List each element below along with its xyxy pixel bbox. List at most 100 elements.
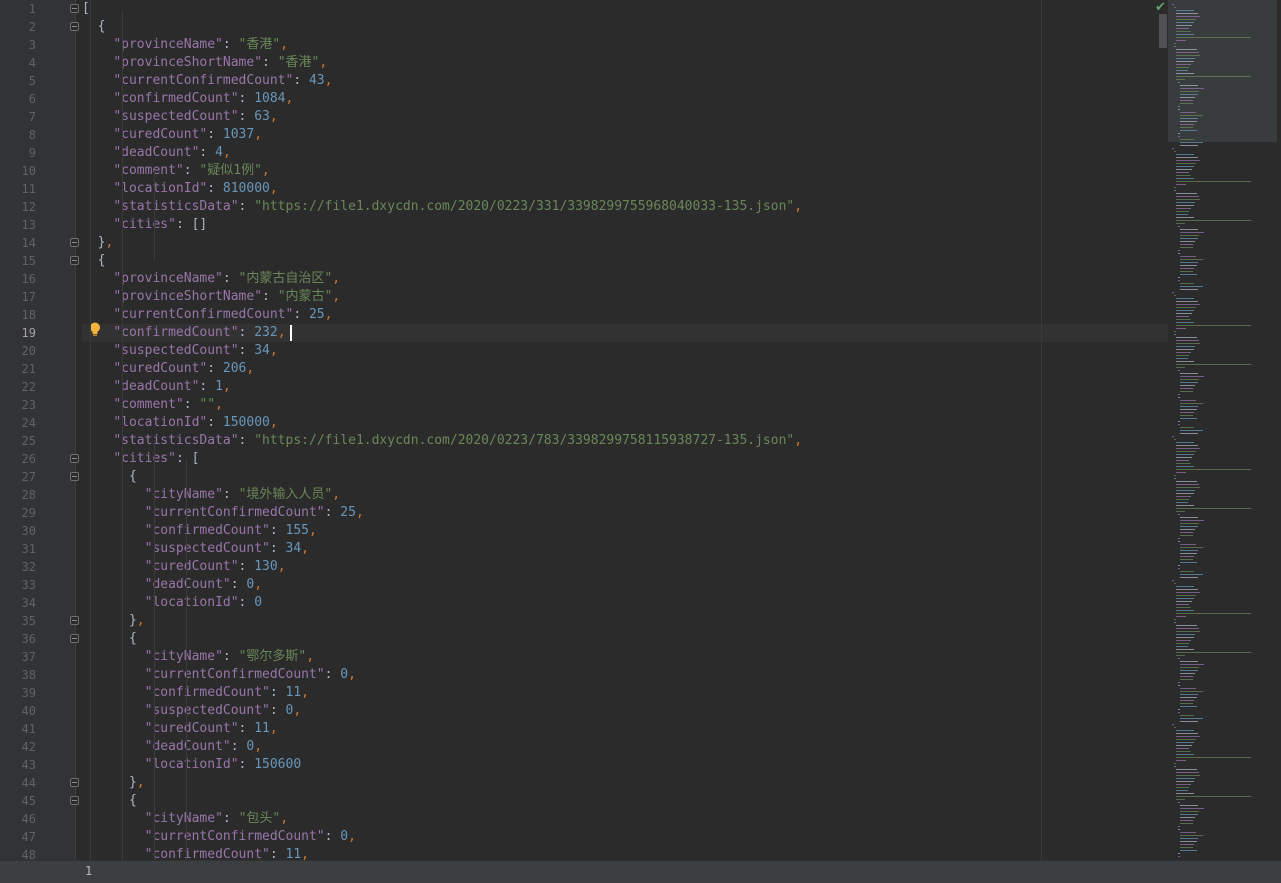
code-line[interactable]: "cities": [] — [82, 216, 1168, 234]
line-number[interactable]: 41 — [0, 720, 36, 738]
line-number[interactable]: 18 — [0, 306, 36, 324]
code-line[interactable]: "currentConfirmedCount": 0, — [82, 666, 1168, 684]
line-number-gutter[interactable]: 1 2 3 4 5 6 7 8 9 10 11 12 13 14 15 16 17 18 19 20 21 22 23 24 2… — [0, 0, 75, 860]
line-number[interactable]: 9 — [0, 144, 36, 162]
code-minimap[interactable] — [1168, 0, 1281, 860]
code-line[interactable]: "confirmedCount": 11, — [82, 684, 1168, 702]
line-number[interactable]: 12 — [0, 198, 36, 216]
code-line[interactable]: "locationId": 150600 — [82, 756, 1168, 774]
code-line[interactable]: "provinceName": "内蒙古自治区", — [82, 270, 1168, 288]
line-number[interactable]: 26 — [0, 450, 36, 468]
code-line[interactable]: "provinceShortName": "内蒙古", — [82, 288, 1168, 306]
line-number[interactable]: 23 — [0, 396, 36, 414]
code-line[interactable]: "suspectedCount": 0, — [82, 702, 1168, 720]
code-line[interactable]: "suspectedCount": 63, — [82, 108, 1168, 126]
fold-icon[interactable] — [70, 778, 79, 787]
line-number[interactable]: 24 — [0, 414, 36, 432]
line-number[interactable]: 40 — [0, 702, 36, 720]
line-number[interactable]: 13 — [0, 216, 36, 234]
code-line[interactable]: "locationId": 810000, — [82, 180, 1168, 198]
line-number[interactable]: 29 — [0, 504, 36, 522]
code-line[interactable]: "locationId": 150000, — [82, 414, 1168, 432]
code-line[interactable]: "currentConfirmedCount": 0, — [82, 828, 1168, 846]
code-line[interactable]: "cityName": "境外输入人员", — [82, 486, 1168, 504]
line-number[interactable]: 7 — [0, 108, 36, 126]
code-line[interactable]: "curedCount": 206, — [82, 360, 1168, 378]
code-line[interactable]: { — [82, 18, 1168, 36]
code-line[interactable]: }, — [82, 612, 1168, 630]
code-line[interactable]: "curedCount": 11, — [82, 720, 1168, 738]
code-line[interactable]: "currentConfirmedCount": 43, — [82, 72, 1168, 90]
fold-icon[interactable] — [70, 22, 79, 31]
line-number[interactable]: 36 — [0, 630, 36, 648]
fold-icon[interactable] — [70, 796, 79, 805]
line-number[interactable]: 16 — [0, 270, 36, 288]
fold-icon[interactable] — [70, 634, 79, 643]
line-number[interactable]: 3 — [0, 36, 36, 54]
line-number[interactable]: 17 — [0, 288, 36, 306]
line-number[interactable]: 45 — [0, 792, 36, 810]
code-line[interactable]: { — [82, 792, 1168, 810]
code-line[interactable]: "statisticsData": "https://file1.dxycdn.… — [82, 198, 1168, 216]
line-number[interactable]: 8 — [0, 126, 36, 144]
code-line[interactable]: "currentConfirmedCount": 25, — [82, 306, 1168, 324]
code-line[interactable]: "comment": "疑似1例", — [82, 162, 1168, 180]
code-line[interactable]: "deadCount": 1, — [82, 378, 1168, 396]
line-number[interactable]: 5 — [0, 72, 36, 90]
code-line[interactable]: "confirmedCount": 155, — [82, 522, 1168, 540]
line-number[interactable]: 42 — [0, 738, 36, 756]
fold-icon[interactable] — [70, 4, 79, 13]
line-number[interactable]: 6 — [0, 90, 36, 108]
line-number[interactable]: 30 — [0, 522, 36, 540]
line-number[interactable]: 11 — [0, 180, 36, 198]
fold-icon[interactable] — [70, 256, 79, 265]
code-line[interactable]: "confirmedCount": 11, — [82, 846, 1168, 860]
line-number[interactable]: 19 — [0, 324, 36, 342]
code-line[interactable]: "curedCount": 130, — [82, 558, 1168, 576]
line-number[interactable]: 4 — [0, 54, 36, 72]
code-line[interactable]: }, — [82, 774, 1168, 792]
code-line[interactable]: { — [82, 630, 1168, 648]
code-line[interactable]: "statisticsData": "https://file1.dxycdn.… — [82, 432, 1168, 450]
line-number[interactable]: 27 — [0, 468, 36, 486]
line-number[interactable]: 34 — [0, 594, 36, 612]
code-line[interactable]: "currentConfirmedCount": 25, — [82, 504, 1168, 522]
checkmark-icon[interactable]: ✔ — [1155, 0, 1166, 15]
fold-icon[interactable] — [70, 472, 79, 481]
code-line[interactable]: "suspectedCount": 34, — [82, 540, 1168, 558]
code-editor[interactable]: 1 2 3 4 5 6 7 8 9 10 11 12 13 14 15 16 17 18 19 20 21 22 23 24 2… — [0, 0, 1168, 860]
line-number[interactable]: 46 — [0, 810, 36, 828]
line-number[interactable]: 38 — [0, 666, 36, 684]
line-number[interactable]: 25 — [0, 432, 36, 450]
fold-icon[interactable] — [70, 454, 79, 463]
line-number[interactable]: 14 — [0, 234, 36, 252]
line-number[interactable]: 43 — [0, 756, 36, 774]
line-number[interactable]: 35 — [0, 612, 36, 630]
code-line[interactable]: "deadCount": 0, — [82, 576, 1168, 594]
line-number[interactable]: 20 — [0, 342, 36, 360]
code-line[interactable]: "deadCount": 4, — [82, 144, 1168, 162]
line-number[interactable]: 47 — [0, 828, 36, 846]
code-line[interactable]: "curedCount": 1037, — [82, 126, 1168, 144]
line-number[interactable]: 31 — [0, 540, 36, 558]
code-line[interactable]: { — [82, 468, 1168, 486]
line-number[interactable]: 15 — [0, 252, 36, 270]
code-line[interactable]: "provinceName": "香港", — [82, 36, 1168, 54]
line-number[interactable]: 22 — [0, 378, 36, 396]
code-line[interactable]: "confirmedCount": 1084, — [82, 90, 1168, 108]
editor-content[interactable]: [ { "provinceName": "香港", "provinceShort… — [82, 0, 1168, 860]
code-line[interactable]: "cityName": "包头", — [82, 810, 1168, 828]
line-number[interactable]: 21 — [0, 360, 36, 378]
code-line[interactable]: "confirmedCount": 232, — [82, 324, 1168, 342]
line-number[interactable]: 33 — [0, 576, 36, 594]
line-number[interactable]: 28 — [0, 486, 36, 504]
line-number[interactable]: 37 — [0, 648, 36, 666]
code-line[interactable]: "deadCount": 0, — [82, 738, 1168, 756]
line-number[interactable]: 44 — [0, 774, 36, 792]
line-number[interactable]: 39 — [0, 684, 36, 702]
line-number[interactable]: 10 — [0, 162, 36, 180]
line-number[interactable]: 1 — [0, 0, 36, 18]
code-line[interactable]: { — [82, 252, 1168, 270]
code-line[interactable]: }, — [82, 234, 1168, 252]
line-number[interactable]: 32 — [0, 558, 36, 576]
